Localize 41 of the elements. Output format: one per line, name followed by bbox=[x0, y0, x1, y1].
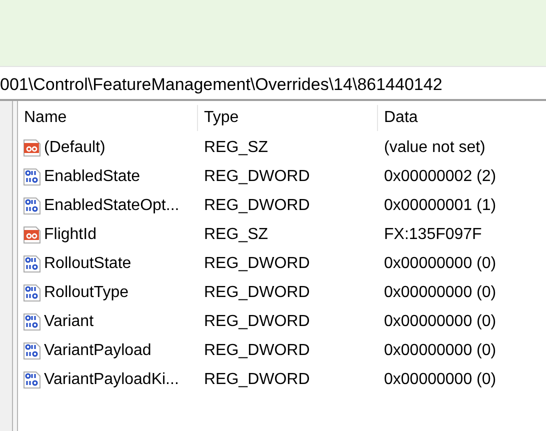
value-data: 0x00000000 (0) bbox=[384, 342, 496, 358]
binary-value-icon bbox=[22, 166, 42, 186]
binary-value-icon bbox=[22, 340, 42, 360]
value-name[interactable]: Variant bbox=[44, 310, 94, 334]
string-value-icon bbox=[22, 224, 42, 244]
value-name[interactable]: FlightId bbox=[44, 222, 96, 246]
value-name[interactable]: EnabledState bbox=[44, 164, 140, 188]
value-data: 0x00000001 (1) bbox=[384, 196, 496, 214]
value-name[interactable]: EnabledStateOpt... bbox=[44, 194, 180, 218]
binary-value-icon bbox=[22, 282, 42, 302]
column-header[interactable]: Name bbox=[24, 109, 67, 126]
splitter[interactable] bbox=[13, 101, 18, 431]
binary-value-icon bbox=[22, 196, 42, 216]
value-type: REG_DWORD bbox=[204, 168, 310, 184]
column-header[interactable]: Data bbox=[384, 109, 418, 126]
address-path[interactable]: 001\Control\FeatureManagement\Overrides\14\861440142 bbox=[0, 75, 442, 94]
value-data: 0x00000000 (0) bbox=[384, 370, 496, 388]
value-type: REG_DWORD bbox=[204, 342, 310, 358]
value-data: FX:135F097F bbox=[384, 226, 482, 242]
value-name[interactable]: (Default) bbox=[44, 136, 106, 160]
binary-value-icon bbox=[22, 312, 42, 332]
value-data: 0x00000000 (0) bbox=[384, 284, 496, 300]
value-name[interactable]: RolloutType bbox=[44, 280, 128, 304]
binary-value-icon bbox=[22, 370, 42, 390]
value-data: 0x00000000 (0) bbox=[384, 312, 496, 330]
string-value-icon bbox=[22, 138, 42, 158]
value-type: REG_DWORD bbox=[204, 196, 310, 214]
value-type: REG_DWORD bbox=[204, 312, 310, 330]
value-name[interactable]: RolloutState bbox=[44, 252, 132, 276]
value-type: REG_SZ bbox=[204, 226, 268, 242]
value-name[interactable]: VariantPayload bbox=[44, 338, 152, 362]
value-data: 0x00000000 (0) bbox=[384, 254, 496, 272]
value-data: 0x00000002 (2) bbox=[384, 168, 496, 184]
value-type: REG_SZ bbox=[204, 138, 268, 156]
value-data: (value not set) bbox=[384, 138, 486, 156]
binary-value-icon bbox=[22, 254, 42, 274]
value-type: REG_DWORD bbox=[204, 254, 310, 272]
value-type: REG_DWORD bbox=[204, 370, 310, 388]
column-header[interactable]: Type bbox=[204, 109, 239, 126]
value-name[interactable]: VariantPayloadKi... bbox=[44, 368, 179, 392]
value-type: REG_DWORD bbox=[204, 284, 310, 300]
